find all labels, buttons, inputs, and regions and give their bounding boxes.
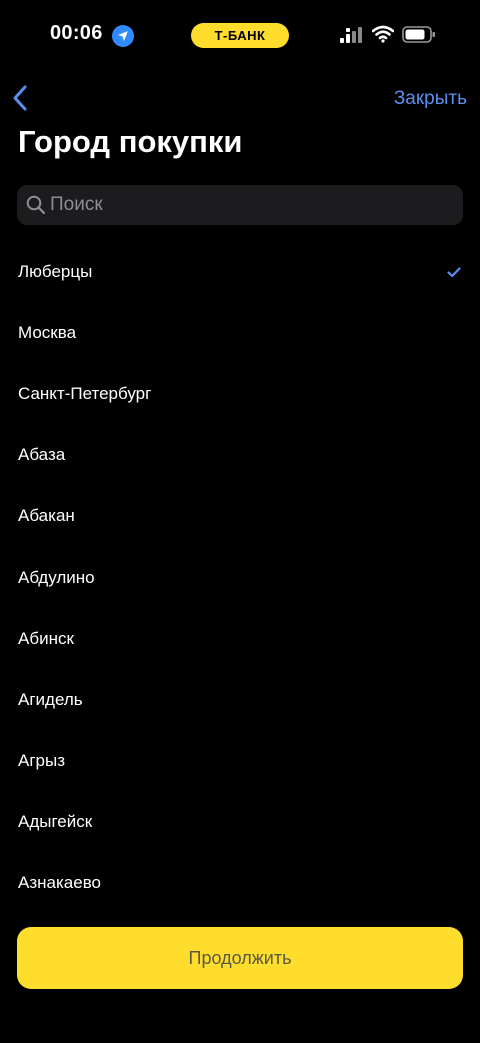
list-item-city[interactable]: Агрыз xyxy=(0,731,480,792)
list-item-city[interactable]: Москва xyxy=(0,302,480,363)
city-label: Абакан xyxy=(18,506,75,526)
chevron-left-icon[interactable] xyxy=(10,84,30,112)
search-box[interactable] xyxy=(17,185,463,225)
list-item-city[interactable]: Адыгейск xyxy=(0,792,480,853)
list-item-city[interactable]: Абинск xyxy=(0,608,480,669)
list-item-city[interactable]: Абаза xyxy=(0,425,480,486)
search-input[interactable] xyxy=(50,185,450,225)
signal-icon xyxy=(340,27,364,49)
search-icon xyxy=(26,195,46,220)
city-label: Санкт-Петербург xyxy=(18,383,152,403)
bank-badge[interactable]: Т-БАНК xyxy=(191,23,289,48)
city-label: Москва xyxy=(18,322,77,342)
page-title: Город покупки xyxy=(18,124,243,159)
city-label: Абаза xyxy=(18,445,66,465)
city-label: Адыгейск xyxy=(18,812,93,832)
city-label: Азнакаево xyxy=(18,873,101,893)
location-arrow-icon xyxy=(112,25,134,47)
city-label: Абдулино xyxy=(18,567,95,587)
city-label: Агрыз xyxy=(18,751,66,771)
list-item-city[interactable]: Азнакаево xyxy=(0,853,480,914)
list-item-city[interactable]: Абакан xyxy=(0,486,480,547)
city-label: Абинск xyxy=(18,628,74,648)
checkmark-icon xyxy=(447,265,461,283)
city-picker-screen: 00:06 Т-БАНК Закрыть Город покупки Поиск… xyxy=(0,0,480,1043)
close-button[interactable]: Закрыть xyxy=(394,88,467,110)
wifi-icon xyxy=(371,25,395,48)
list-item-city[interactable]: Люберцы xyxy=(0,241,480,302)
status-bar: 00:06 Т-БАНК xyxy=(0,0,480,70)
status-time: 00:06 xyxy=(50,22,103,44)
battery-icon xyxy=(402,26,436,48)
list-item-city[interactable]: Абдулино xyxy=(0,547,480,608)
city-label: Агидель xyxy=(18,689,83,709)
list-item-city[interactable]: Агидель xyxy=(0,669,480,730)
continue-button[interactable]: Продолжить xyxy=(17,927,463,989)
city-list: Люберцы Москва Санкт-Петербург Абаза Аба… xyxy=(0,241,480,914)
city-label: Люберцы xyxy=(18,261,93,281)
list-item-city[interactable]: Санкт-Петербург xyxy=(0,363,480,424)
